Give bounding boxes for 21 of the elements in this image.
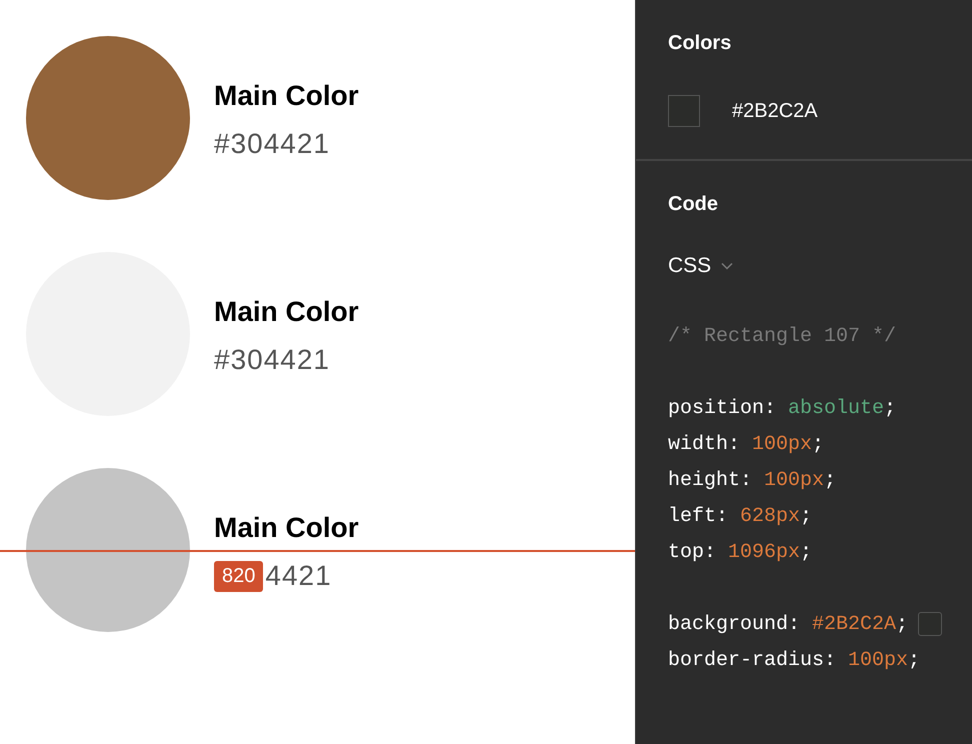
code-line: width: 100px; bbox=[668, 432, 824, 456]
section-heading: Colors bbox=[668, 32, 732, 55]
code-line: top: 1096px; bbox=[668, 540, 812, 564]
chevron-down-icon bbox=[721, 262, 734, 270]
color-swatch[interactable] bbox=[668, 95, 700, 127]
code-line: background: #2B2C2A; bbox=[668, 612, 908, 636]
color-hex: #2B2C2A bbox=[732, 100, 818, 122]
code-line: border-radius: 100px; bbox=[668, 648, 920, 672]
code-line: height: 100px; bbox=[668, 468, 836, 492]
measure-badge: 820 bbox=[214, 560, 264, 592]
language-dropdown[interactable]: CSS bbox=[668, 254, 734, 278]
section-heading: Code bbox=[668, 193, 719, 216]
code-line: /* Rectangle 107 */ bbox=[668, 324, 896, 348]
color-hex: #304421 bbox=[214, 128, 330, 160]
color-name: Main Color bbox=[214, 80, 359, 112]
color-name: Main Color bbox=[214, 296, 359, 328]
color-name: Main Color bbox=[214, 512, 359, 544]
color-hex: 4421 bbox=[265, 560, 332, 592]
code-line: position: absolute; bbox=[668, 396, 896, 420]
color-hex: #304421 bbox=[214, 344, 330, 376]
code-line: left: 628px; bbox=[668, 504, 812, 528]
